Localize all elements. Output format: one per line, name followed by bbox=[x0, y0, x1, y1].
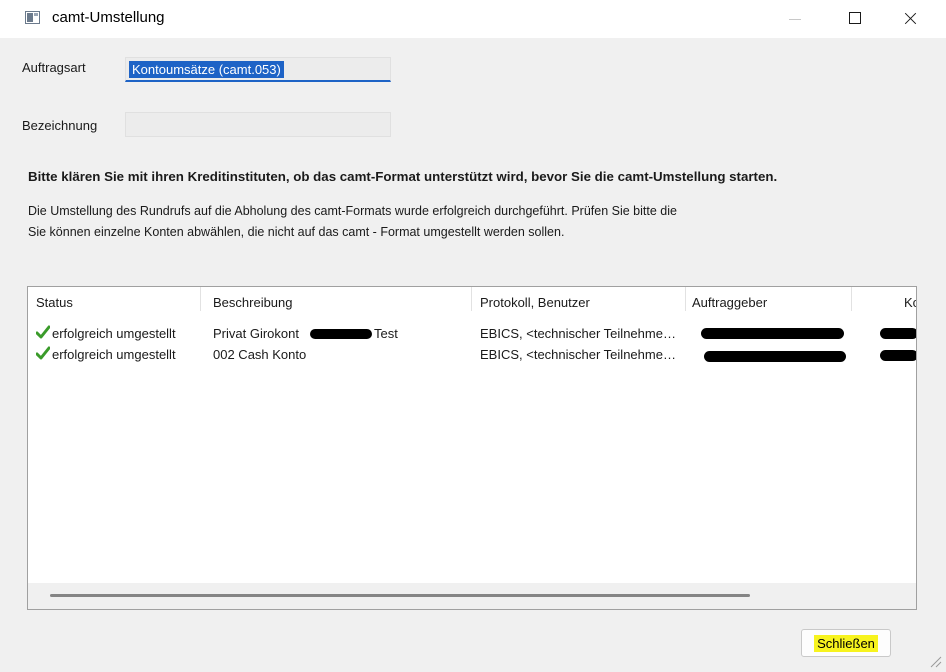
redacted-auftraggeber bbox=[704, 351, 846, 362]
window-title: camt-Umstellung bbox=[52, 9, 165, 26]
row-protokoll: EBICS, <technischer Teilnehme… bbox=[480, 326, 676, 341]
auftragsart-field[interactable]: Kontoumsätze (camt.053) bbox=[125, 57, 391, 82]
redacted-auftraggeber bbox=[701, 328, 844, 339]
bezeichnung-label: Bezeichnung bbox=[22, 118, 98, 133]
row-status: erfolgreich umgestellt bbox=[52, 347, 176, 362]
column-separator[interactable] bbox=[851, 287, 852, 311]
row-protokoll: EBICS, <technischer Teilnehme… bbox=[480, 347, 676, 362]
info-text-line-1: Die Umstellung des Rundrufs auf die Abho… bbox=[28, 204, 677, 218]
info-text-line-2: Sie können einzelne Konten abwählen, die… bbox=[28, 225, 565, 239]
green-checkmark-icon bbox=[36, 346, 50, 360]
resize-grip-icon[interactable] bbox=[928, 654, 942, 668]
row-beschreibung-suffix: Test bbox=[374, 326, 398, 341]
column-separator[interactable] bbox=[471, 287, 472, 311]
camt-warning-text: Bitte klären Sie mit ihren Kreditinstitu… bbox=[28, 169, 778, 184]
maximize-button[interactable] bbox=[830, 0, 880, 38]
app-window-icon bbox=[25, 11, 40, 24]
row-beschreibung: 002 Cash Konto bbox=[213, 347, 307, 362]
schliessen-label: Schließen bbox=[814, 635, 878, 652]
horizontal-scrollbar[interactable] bbox=[28, 583, 916, 609]
redacted-konto bbox=[880, 328, 916, 339]
green-checkmark-icon bbox=[36, 325, 50, 339]
scrollbar-thumb[interactable] bbox=[50, 594, 750, 597]
redacted-text bbox=[310, 329, 372, 339]
redacted-konto bbox=[880, 350, 916, 361]
close-window-button[interactable] bbox=[885, 0, 935, 38]
row-status: erfolgreich umgestellt bbox=[52, 326, 176, 341]
schliessen-button[interactable]: Schließen bbox=[801, 629, 891, 657]
column-header-konto[interactable]: Kc bbox=[904, 295, 916, 310]
minimize-button[interactable] bbox=[770, 0, 820, 38]
account-list-view[interactable]: Status Beschreibung Protokoll, Benutzer … bbox=[27, 286, 917, 610]
column-header-beschreibung[interactable]: Beschreibung bbox=[213, 295, 293, 310]
column-header-auftraggeber[interactable]: Auftraggeber bbox=[692, 295, 767, 310]
title-bar: camt-Umstellung bbox=[0, 0, 946, 38]
auftragsart-label: Auftragsart bbox=[22, 60, 86, 75]
auftragsart-selected-value: Kontoumsätze (camt.053) bbox=[129, 61, 284, 78]
column-header-status[interactable]: Status bbox=[36, 295, 73, 310]
bezeichnung-field[interactable] bbox=[125, 112, 391, 137]
column-separator[interactable] bbox=[685, 287, 686, 311]
row-beschreibung: Privat Girokont bbox=[213, 326, 299, 341]
column-header-protokoll[interactable]: Protokoll, Benutzer bbox=[480, 295, 590, 310]
column-separator[interactable] bbox=[200, 287, 201, 311]
